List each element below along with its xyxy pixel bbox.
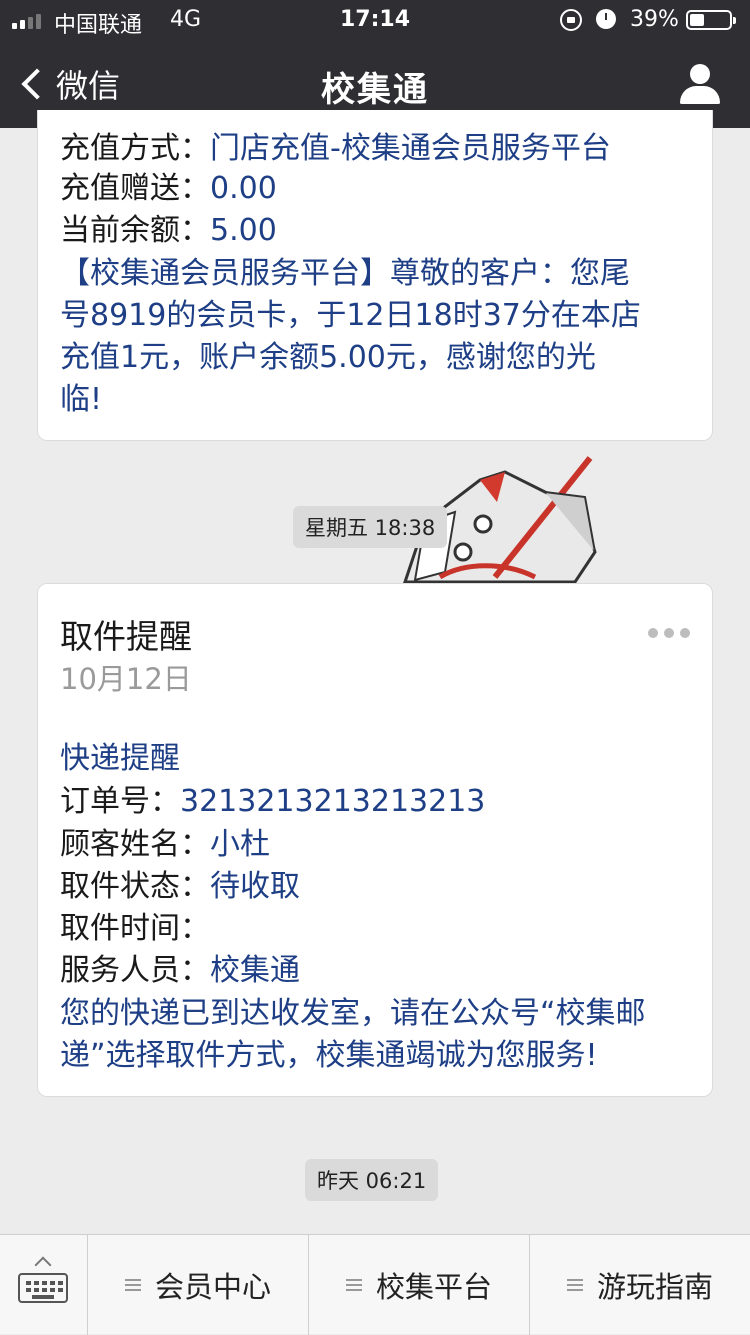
menu-item-label: 会员中心 xyxy=(154,1270,271,1304)
menu-item-member-center[interactable]: 会员中心 xyxy=(88,1235,309,1335)
bottom-menu: 会员中心 校集平台 游玩指南 xyxy=(0,1234,750,1335)
page-title: 校集通 xyxy=(321,70,429,110)
staff-value: 校集通 xyxy=(210,953,300,988)
recharge-method-value: 门店充值-校集通会员服务平台 xyxy=(210,131,611,166)
menu-item-label: 校集平台 xyxy=(375,1270,492,1304)
pickup-time-row: 取件时间： xyxy=(60,908,210,950)
order-row: 订单号：3213213213213213 xyxy=(60,781,485,823)
balance-row: 当前余额：5.00 xyxy=(60,210,277,252)
top-bar: 中国联通 4G 17:14 39% 微信 校集通 xyxy=(0,0,750,128)
caret-up-icon xyxy=(34,1256,52,1274)
staff-label: 服务人员： xyxy=(60,953,210,988)
status-value: 待收取 xyxy=(210,869,300,904)
menu-item-guide[interactable]: 游玩指南 xyxy=(530,1235,750,1335)
pickup-time-label: 取件时间： xyxy=(60,911,210,946)
status-row: 取件状态：待收取 xyxy=(60,866,300,908)
notice-line: 临! xyxy=(60,382,103,417)
notice-line: 【校集通会员服务平台】尊敬的客户：您尾 xyxy=(60,256,630,291)
customer-row: 顾客姓名：小杜 xyxy=(60,824,270,866)
footer-line: 递”选择取件方式，校集通竭诚为您服务! xyxy=(60,1038,598,1073)
status-bar: 中国联通 4G 17:14 39% xyxy=(0,0,750,40)
timestamp: 昨天 06:21 xyxy=(305,1159,439,1201)
hamburger-icon xyxy=(124,1279,141,1291)
order-value: 3213213213213213 xyxy=(180,784,486,819)
card-title: 取件提醒 xyxy=(60,617,192,656)
timestamp: 星期五 18:38 xyxy=(293,506,448,548)
order-label: 订单号： xyxy=(60,784,180,819)
more-icon[interactable] xyxy=(648,626,692,638)
customer-value: 小杜 xyxy=(210,827,270,862)
notice-line: 充值1元，账户余额5.00元，感谢您的光 xyxy=(60,340,596,375)
battery-icon xyxy=(686,10,736,30)
customer-label: 顾客姓名： xyxy=(60,827,210,862)
bonus-label: 充值赠送： xyxy=(60,171,210,206)
card-date: 10月12日 xyxy=(60,662,192,696)
footer-line: 您的快递已到达收发室，请在公众号“校集邮 xyxy=(60,996,646,1031)
hamburger-icon xyxy=(566,1279,583,1291)
alarm-icon xyxy=(596,9,616,29)
lock-icon xyxy=(560,9,582,31)
profile-icon[interactable] xyxy=(678,62,722,106)
staff-row: 服务人员：校集通 xyxy=(60,950,300,992)
status-label: 取件状态： xyxy=(60,869,210,904)
balance-label: 当前余额： xyxy=(60,213,210,248)
balance-value: 5.00 xyxy=(210,213,277,248)
keyboard-icon xyxy=(18,1273,68,1303)
bonus-value: 0.00 xyxy=(210,171,277,206)
recharge-method-label: 充值方式： xyxy=(60,131,210,166)
notice-line: 号8919的会员卡，于12日18时37分在本店 xyxy=(60,298,641,333)
pickup-message-card[interactable]: 取件提醒 10月12日 快递提醒 订单号：3213213213213213 顾客… xyxy=(37,583,713,1097)
bonus-row: 充值赠送：0.00 xyxy=(60,168,277,210)
menu-item-label: 游玩指南 xyxy=(596,1270,713,1304)
recharge-message-card[interactable]: 充值方式：门店充值-校集通会员服务平台 充值赠送：0.00 当前余额：5.00 … xyxy=(37,110,713,441)
card-heading: 快递提醒 xyxy=(60,741,180,776)
battery-percent: 39% xyxy=(630,7,679,32)
menu-item-platform[interactable]: 校集平台 xyxy=(309,1235,530,1335)
recharge-method-row: 充值方式：门店充值-校集通会员服务平台 xyxy=(60,128,611,170)
hamburger-icon xyxy=(345,1279,362,1291)
keyboard-toggle-button[interactable] xyxy=(0,1235,88,1335)
